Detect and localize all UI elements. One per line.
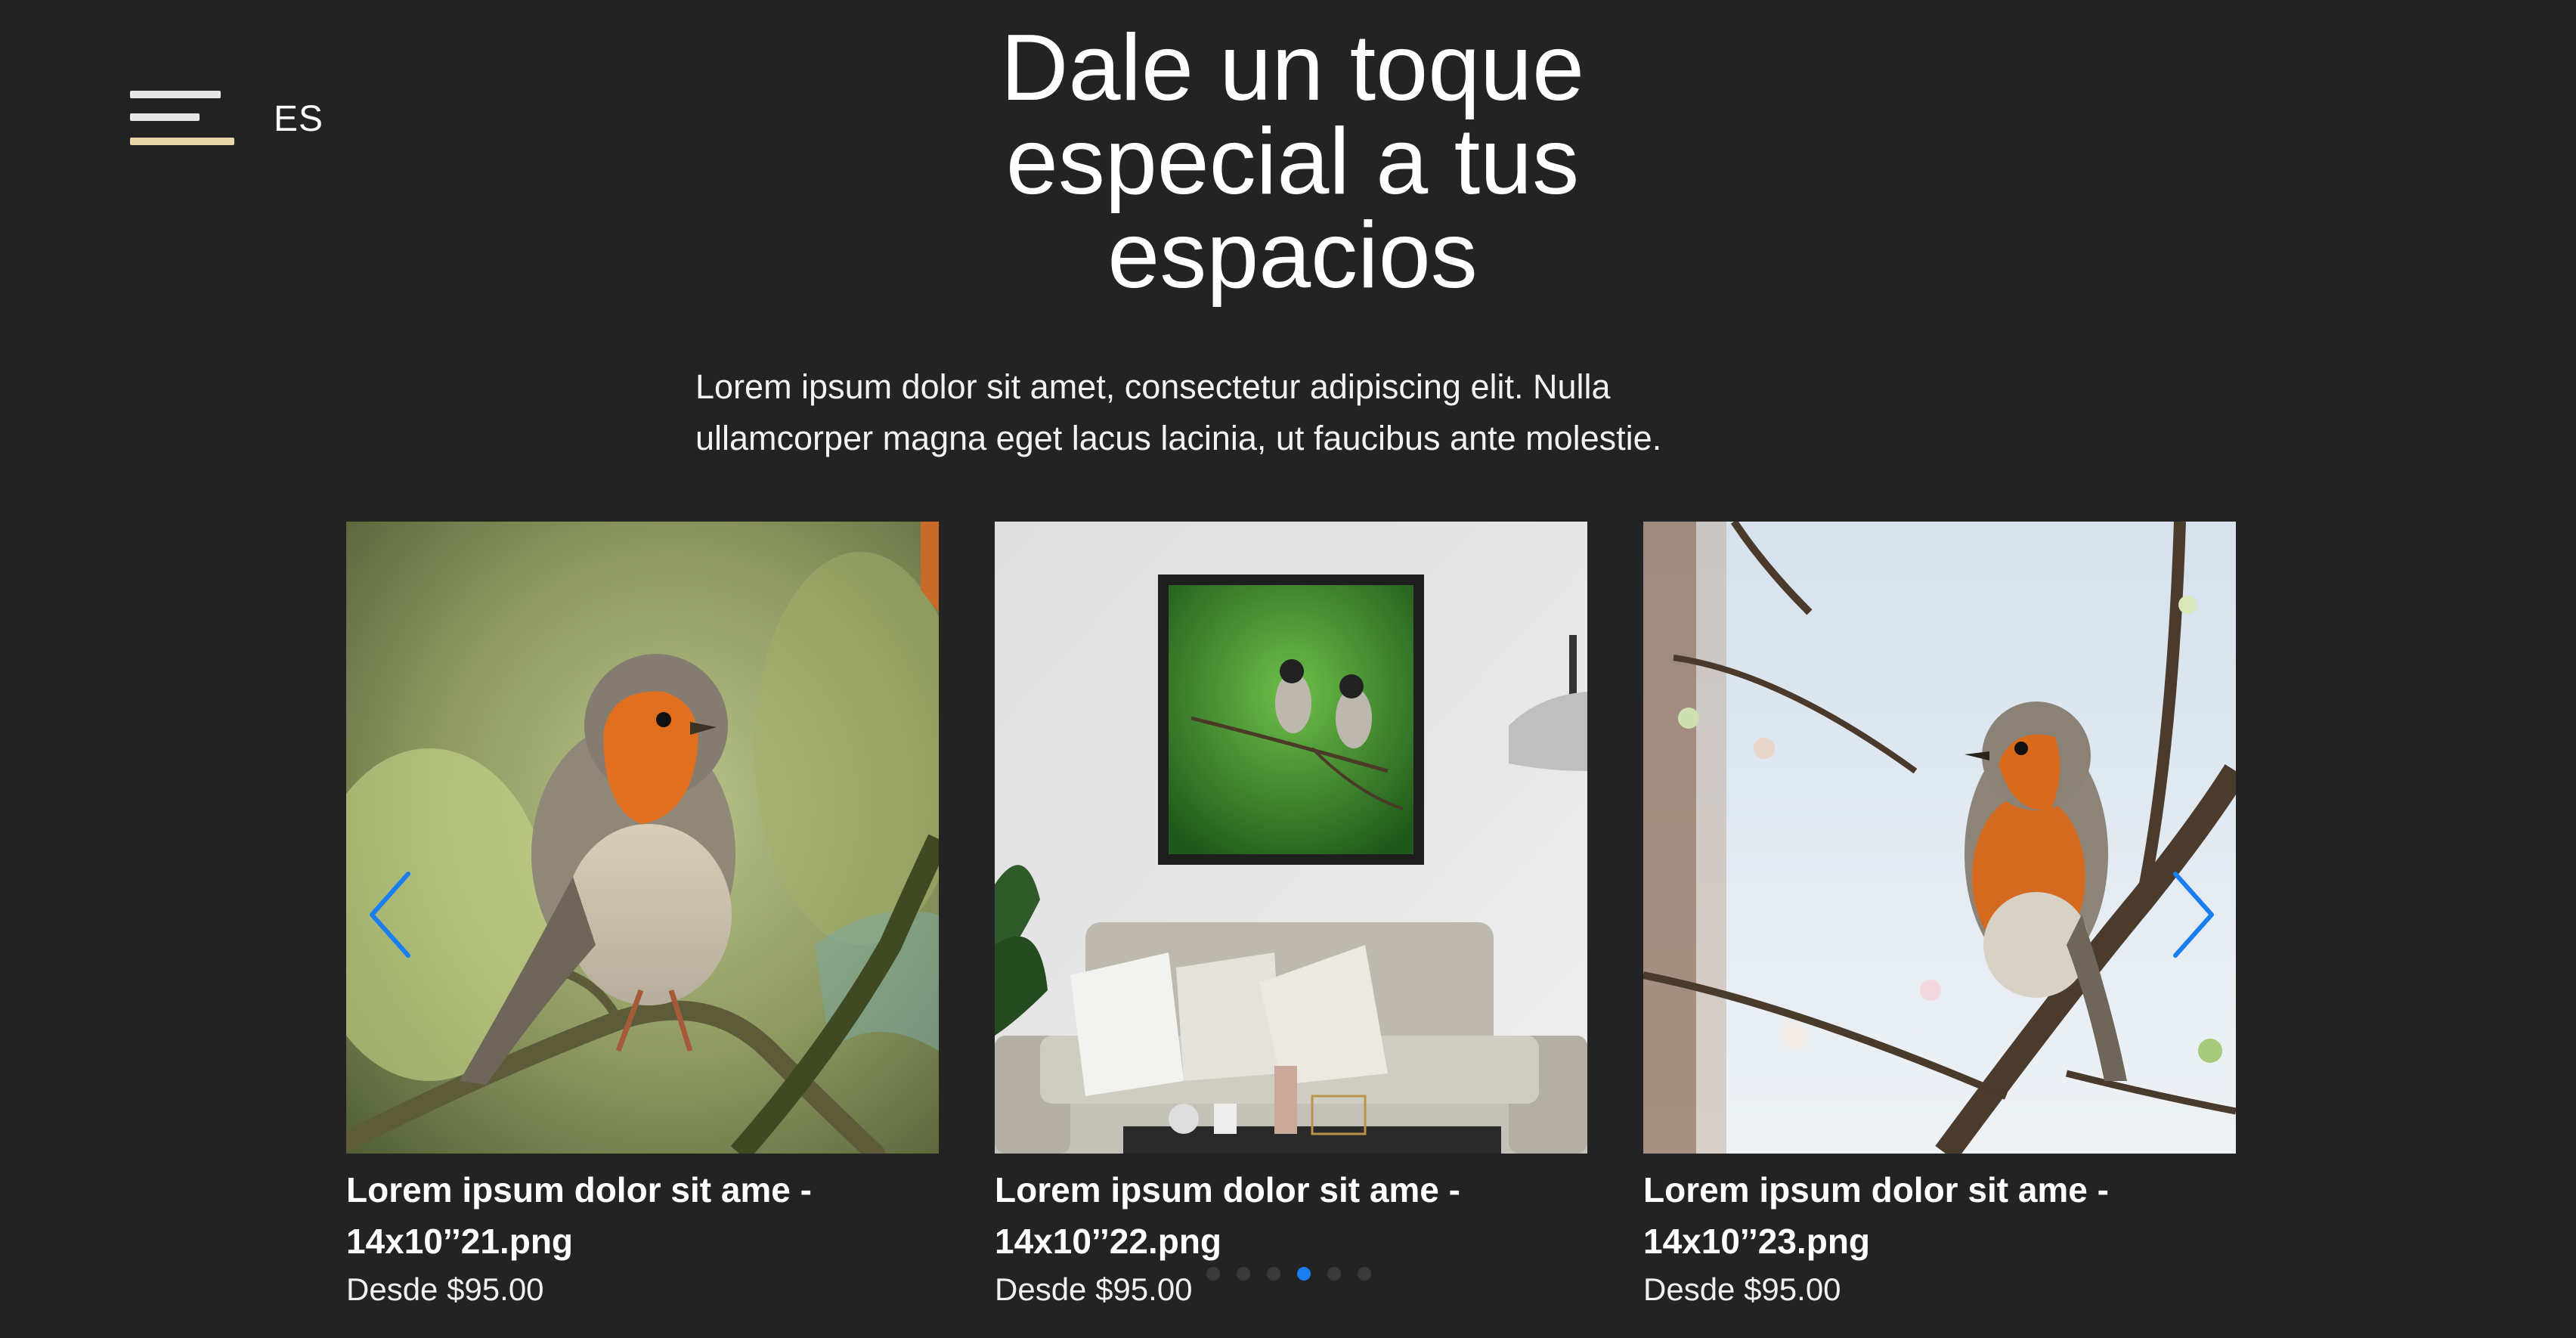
product-title-line: 14x10’’21.png [346,1222,574,1261]
living-room-photo-icon [995,522,1587,1154]
hero-title-line: espacios [1107,203,1478,308]
menu-bar-bottom [130,138,234,145]
product-title-line: Lorem ipsum dolor sit ame - [1643,1170,2109,1209]
product-title-line: Lorem ipsum dolor sit ame - [995,1170,1460,1209]
product-price: Desde $95.00 [1643,1271,1841,1307]
page: ES Dale un toque especial a tus espacios… [0,0,2576,1338]
chevron-right-icon [2173,872,2214,958]
product-card[interactable]: Lorem ipsum dolor sit ame - 14x10’’22.pn… [995,522,1587,1312]
menu-bar-middle [130,113,200,121]
language-switch[interactable]: ES [274,98,324,140]
hamburger-menu-icon[interactable] [130,91,236,148]
hero-title-line: Dale un toque [1000,16,1585,120]
carousel-next-button[interactable] [2166,869,2219,960]
hero-description-line: Lorem ipsum dolor sit amet, consectetur … [695,367,1611,406]
pagination-dot[interactable] [1358,1267,1371,1281]
product-title[interactable]: Lorem ipsum dolor sit ame - 14x10’’23.pn… [1643,1164,2236,1267]
carousel-prev-button[interactable] [364,869,417,960]
carousel-pagination [1206,1267,1371,1281]
robin-blossom-photo-icon [1643,522,2236,1154]
pagination-dot[interactable] [1206,1267,1220,1281]
hero-title: Dale un toque especial a tus espacios [884,21,1701,302]
robin-photo-icon [346,522,939,1154]
pagination-dot[interactable] [1237,1267,1250,1281]
menu-bar-top [130,91,221,98]
chevron-left-icon [370,872,410,958]
product-image-robin-blossom[interactable] [1643,522,2236,1154]
pagination-dot[interactable] [1327,1267,1341,1281]
hero-description-line: ullamcorper magna eget lacus lacinia, ut… [695,419,1662,457]
product-card[interactable]: Lorem ipsum dolor sit ame - 14x10’’23.pn… [1643,522,2236,1312]
product-image-framed-birds[interactable] [995,522,1587,1154]
product-price: Desde $95.00 [346,1271,544,1307]
product-title-line: 14x10’’22.png [995,1222,1222,1261]
product-title[interactable]: Lorem ipsum dolor sit ame - 14x10’’21.pn… [346,1164,939,1267]
product-carousel: Lorem ipsum dolor sit ame - 14x10’’21.pn… [346,522,2236,1323]
product-image-robin[interactable] [346,522,939,1154]
product-title-line: Lorem ipsum dolor sit ame - [346,1170,812,1209]
pagination-dot-active[interactable] [1297,1267,1311,1281]
pagination-dot[interactable] [1267,1267,1280,1281]
product-card[interactable]: Lorem ipsum dolor sit ame - 14x10’’21.pn… [346,522,939,1312]
hero-title-line: especial a tus [1005,110,1580,214]
product-title-line: 14x10’’23.png [1643,1222,1871,1261]
hero-description: Lorem ipsum dolor sit amet, consectetur … [695,361,1814,464]
product-title[interactable]: Lorem ipsum dolor sit ame - 14x10’’22.pn… [995,1164,1587,1267]
